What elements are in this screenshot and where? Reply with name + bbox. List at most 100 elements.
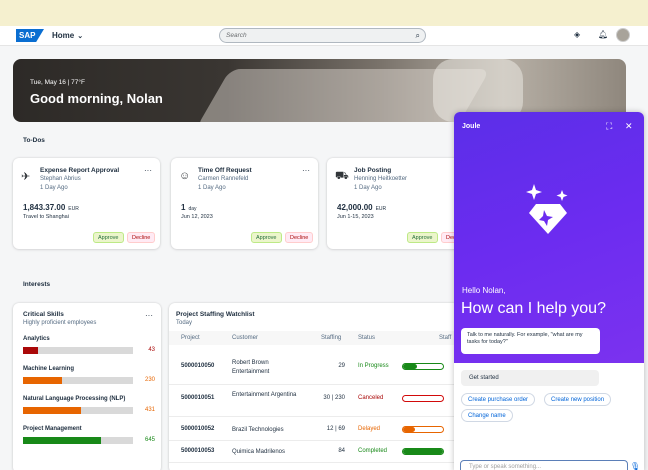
todo-card[interactable]: ☺ Time Off Request Carmen Rannefeld 1 Day A…: [171, 158, 318, 249]
progress-fill: [403, 449, 443, 454]
interests-heading: Interests: [23, 281, 51, 288]
project-id[interactable]: 5000010053: [181, 448, 214, 454]
location-icon[interactable]: ◈: [574, 30, 580, 39]
joule-hello: Hello Nolan,: [462, 286, 506, 295]
table-header: Project Customer Staffing Status Staff: [169, 331, 459, 345]
staffing-value: 30 | 230: [323, 395, 345, 401]
todo-title: Expense Report Approval: [40, 167, 120, 174]
amount-value: 1,843.37.00: [23, 203, 66, 212]
skill-value: 230: [144, 377, 155, 383]
approve-button[interactable]: Approve: [93, 232, 124, 243]
staffing-progress-bar: [402, 395, 444, 402]
get-started-message: Get started: [461, 370, 599, 386]
staffing-watchlist-card[interactable]: Project Staffing Watchlist Today Project…: [169, 303, 459, 470]
skill-value: 431: [144, 407, 155, 413]
avatar[interactable]: [616, 28, 630, 42]
joule-help-heading: How can I help you?: [461, 300, 606, 317]
skill-name: Analytics: [23, 336, 50, 342]
table-row[interactable]: 5000010052 Brazil Technologies 12 | 69 Dela…: [169, 419, 459, 441]
card-title: Critical Skills: [23, 311, 64, 318]
skill-bar-fill: [23, 437, 102, 444]
todo-time: 1 Day Ago: [354, 185, 382, 191]
joule-message-input[interactable]: Type or speak something...: [460, 460, 628, 470]
more-icon[interactable]: ···: [145, 311, 153, 320]
todos-heading: To-Dos: [23, 137, 45, 144]
card-subtitle: Highly proficient employees: [23, 320, 97, 326]
status-text: In Progress: [358, 363, 389, 369]
decline-button[interactable]: Decline: [285, 232, 314, 243]
more-icon[interactable]: ···: [144, 166, 152, 175]
expand-icon[interactable]: ⛶: [606, 121, 612, 132]
chevron-down-icon: ⌄: [77, 33, 84, 40]
amount-unit: day: [188, 206, 197, 212]
create-purchase-order-chip[interactable]: Create purchase order: [461, 393, 536, 406]
column-header[interactable]: Project: [181, 335, 200, 341]
skill-value: 645: [144, 437, 155, 443]
todo-detail: Jun 1-15, 2023: [337, 214, 374, 220]
card-title: Project Staffing Watchlist: [176, 311, 255, 318]
status-text: Completed: [358, 448, 388, 454]
joule-input-placeholder: Type or speak something...: [469, 464, 542, 470]
staffing-value: 84: [338, 448, 345, 454]
staffing-progress-bar: [402, 448, 444, 455]
skill-name: Project Management: [23, 426, 82, 432]
project-id[interactable]: 5000010051: [181, 395, 214, 401]
sap-logo[interactable]: SAP: [16, 29, 44, 42]
joule-header: Joule ⛶ ✕ Hello Nolan, How can I help yo…: [454, 112, 644, 363]
airplane-icon: ✈: [21, 171, 31, 183]
todo-person: Stephan Abrius: [40, 176, 81, 182]
joule-panel: Joule ⛶ ✕ Hello Nolan, How can I help yo…: [454, 112, 644, 470]
approve-button[interactable]: Approve: [251, 232, 282, 243]
amount-value: 42,000.00: [337, 203, 373, 212]
column-header[interactable]: Status: [358, 335, 375, 341]
skill-name: Machine Learning: [23, 366, 75, 372]
bell-icon[interactable]: 🔔︎: [598, 30, 608, 39]
amount-unit: EUR: [68, 206, 79, 212]
table-row[interactable]: 5000010050 Robert Brown Entertainment 29 In…: [169, 355, 459, 385]
staffing-value: 12 | 69: [326, 426, 345, 432]
todo-amount: 1 day: [181, 203, 197, 212]
todo-title: Time Off Request: [198, 167, 252, 174]
todo-amount: 42,000.00 EUR: [337, 203, 386, 212]
status-text: Delayed: [358, 426, 381, 432]
joule-diamond-icon: [526, 184, 568, 234]
skill-bar-fill: [23, 377, 62, 384]
decline-button[interactable]: Decline: [127, 232, 156, 243]
todo-title: Job Posting: [354, 167, 392, 174]
table-row[interactable]: 5000010051 Entertainment Argentina 30 | 23…: [169, 387, 459, 417]
skill-bar: [23, 347, 133, 354]
person-icon: ☺: [179, 170, 191, 182]
top-banner: [0, 0, 648, 26]
todo-card[interactable]: ✈ Expense Report Approval Stephan Abrius 1 …: [13, 158, 160, 249]
search-field[interactable]: Search ⌕: [219, 28, 426, 43]
search-icon[interactable]: ⌕: [416, 31, 420, 41]
create-new-position-chip[interactable]: Create new position: [544, 393, 612, 406]
todo-detail: Jun 12, 2023: [181, 214, 213, 220]
skill-bar: [23, 437, 133, 444]
home-menu[interactable]: Home ⌄: [52, 31, 83, 40]
home-label: Home: [52, 31, 75, 40]
staffing-progress-bar: [402, 426, 444, 433]
column-header[interactable]: Staff: [439, 335, 451, 341]
close-icon[interactable]: ✕: [625, 121, 633, 132]
staffing-value: 29: [338, 363, 345, 369]
staffing-progress-bar: [402, 363, 444, 370]
microphone-icon[interactable]: 🎙︎: [630, 462, 640, 470]
more-icon[interactable]: ···: [302, 166, 310, 175]
column-header[interactable]: Customer: [232, 335, 258, 341]
table-row[interactable]: 5000010053 Quimica Madrilenos 84 Completed: [169, 441, 459, 463]
skill-name: Natural Language Processing (NLP): [23, 396, 126, 402]
critical-skills-card[interactable]: Critical Skills Highly proficient employ…: [13, 303, 161, 470]
card-subtitle: Today: [176, 320, 193, 326]
approve-button[interactable]: Approve: [407, 232, 438, 243]
project-id[interactable]: 5000010052: [181, 426, 214, 432]
todo-time: 1 Day Ago: [198, 185, 226, 191]
search-input[interactable]: Search: [226, 32, 247, 39]
column-header[interactable]: Staffing: [321, 335, 341, 341]
todo-time: 1 Day Ago: [40, 185, 68, 191]
skill-bar: [23, 377, 133, 384]
project-id[interactable]: 5000010050: [181, 363, 214, 369]
todo-card[interactable]: ⛟ Job Posting Henning Heitkoetter 1 Day Ago…: [327, 158, 474, 249]
amount-value: 1: [181, 203, 186, 212]
change-name-chip[interactable]: Change name: [461, 409, 513, 422]
